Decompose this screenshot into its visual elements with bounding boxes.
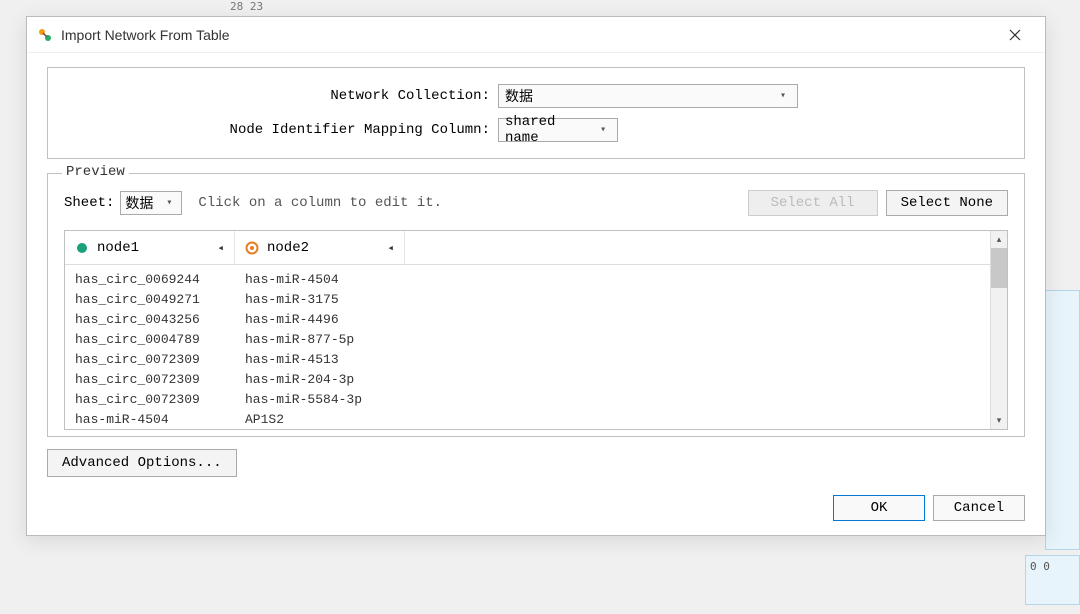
sheet-value: 数据: [125, 193, 153, 213]
table-body: has_circ_0069244has-miR-4504 has_circ_00…: [65, 265, 990, 429]
chevron-down-icon: ▾: [161, 197, 177, 209]
dialog-title: Import Network From Table: [61, 27, 230, 43]
advanced-options-button[interactable]: Advanced Options...: [47, 449, 237, 477]
table-row[interactable]: has_circ_0004789has-miR-877-5p: [65, 329, 990, 349]
preview-table: node1 ◂ node2 ◂ has_circ_0069244has-mi: [64, 230, 1008, 430]
scroll-down-icon[interactable]: ▾: [991, 412, 1007, 429]
select-none-button[interactable]: Select None: [886, 190, 1008, 216]
mapping-column-value: shared name: [505, 114, 595, 146]
table-row[interactable]: has_circ_0072309has-miR-4513: [65, 349, 990, 369]
sheet-label: Sheet:: [64, 195, 114, 211]
scroll-up-icon[interactable]: ▴: [991, 231, 1007, 248]
chevron-down-icon: ▾: [775, 90, 791, 102]
preview-fieldset: Preview Sheet: 数据 ▾ Click on a column to…: [47, 173, 1025, 437]
close-icon: [1009, 29, 1021, 41]
sort-arrow-icon: ◂: [217, 241, 224, 255]
vertical-scrollbar[interactable]: ▴ ▾: [990, 231, 1007, 429]
chevron-down-icon: ▾: [595, 124, 611, 136]
import-network-dialog: Import Network From Table Network Collec…: [26, 16, 1046, 536]
close-button[interactable]: [995, 19, 1035, 51]
dialog-footer: OK Cancel: [27, 489, 1045, 535]
table-row[interactable]: has_circ_0069244has-miR-4504: [65, 269, 990, 289]
column-header-node1[interactable]: node1 ◂: [65, 231, 235, 264]
titlebar: Import Network From Table: [27, 17, 1045, 53]
app-icon: [37, 27, 53, 43]
sort-arrow-icon: ◂: [387, 241, 394, 255]
table-row[interactable]: has_circ_0072309has-miR-204-3p: [65, 369, 990, 389]
background-panel: 0 0: [1025, 555, 1080, 605]
table-row[interactable]: has_circ_0049271has-miR-3175: [65, 289, 990, 309]
mapping-column-combo[interactable]: shared name ▾: [498, 118, 618, 142]
background-panel: [1045, 290, 1080, 550]
column-header-node2[interactable]: node2 ◂: [235, 231, 405, 264]
background-text: 28 23: [230, 0, 263, 13]
table-row[interactable]: has-miR-4504AP1S2: [65, 409, 990, 429]
column-header-label: node1: [97, 240, 139, 256]
network-collection-value: 数据: [505, 86, 533, 106]
sheet-combo[interactable]: 数据 ▾: [120, 191, 182, 215]
column-edit-hint: Click on a column to edit it.: [198, 195, 739, 211]
network-collection-combo[interactable]: 数据 ▾: [498, 84, 798, 108]
scrollbar-thumb[interactable]: [991, 248, 1007, 288]
ok-button[interactable]: OK: [833, 495, 925, 521]
cancel-button[interactable]: Cancel: [933, 495, 1025, 521]
top-panel: Network Collection: 数据 ▾ Node Identifier…: [47, 67, 1025, 159]
column-header-label: node2: [267, 240, 309, 256]
target-node-icon: [245, 241, 259, 255]
select-all-button: Select All: [748, 190, 878, 216]
source-node-icon: [75, 241, 89, 255]
table-row[interactable]: has_circ_0072309has-miR-5584-3p: [65, 389, 990, 409]
table-row[interactable]: has_circ_0043256has-miR-4496: [65, 309, 990, 329]
preview-legend: Preview: [62, 164, 129, 180]
network-collection-label: Network Collection:: [58, 88, 498, 104]
mapping-column-label: Node Identifier Mapping Column:: [58, 122, 498, 138]
